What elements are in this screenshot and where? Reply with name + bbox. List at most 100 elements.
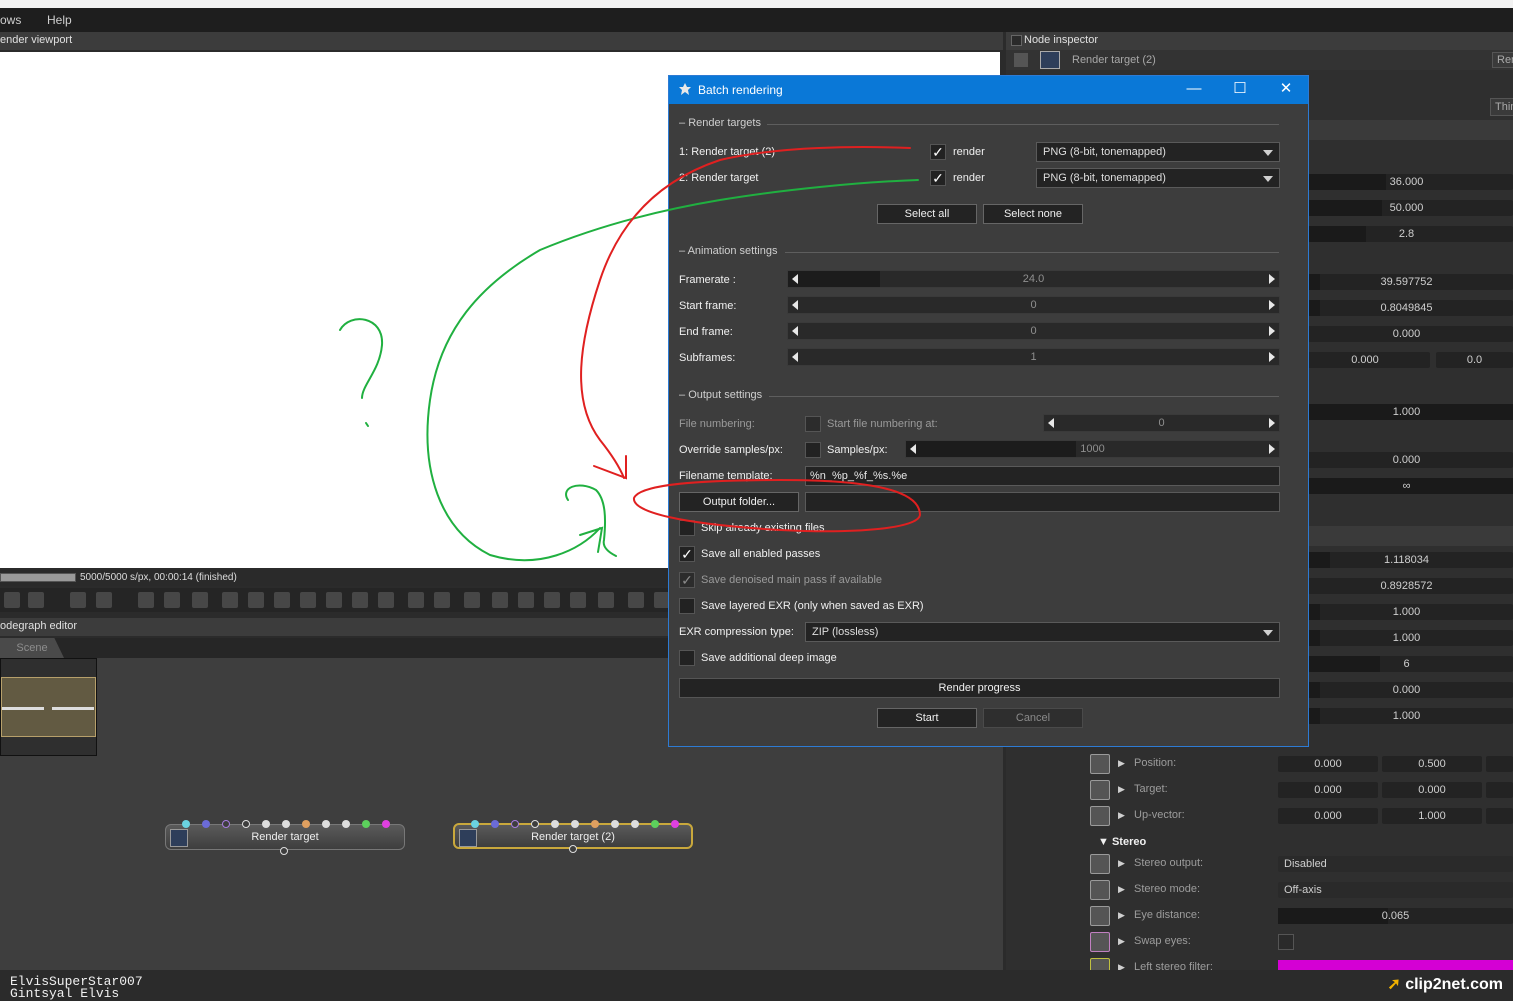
inspector-value-field[interactable]: 1.118034 bbox=[1300, 552, 1513, 568]
target-2-render-checkbox[interactable]: ✓ bbox=[930, 170, 946, 186]
input-pin[interactable] bbox=[342, 820, 350, 828]
target-2-format-select[interactable]: PNG (8-bit, tonemapped) bbox=[1036, 168, 1280, 188]
expand-arrow-icon[interactable]: ▶ bbox=[1118, 936, 1125, 947]
input-pin[interactable] bbox=[671, 820, 679, 828]
inspector-value-field[interactable]: 0.8049845 bbox=[1300, 300, 1513, 316]
inspector-value-field[interactable]: 0.000 bbox=[1278, 756, 1378, 772]
expand-arrow-icon[interactable]: ▶ bbox=[1118, 758, 1125, 769]
increment-arrow-icon[interactable] bbox=[1269, 418, 1275, 428]
inspector-value-field[interactable]: 0.8928572 bbox=[1300, 578, 1513, 594]
inspector-value-field[interactable]: 36.000 bbox=[1300, 174, 1513, 190]
crop-icon[interactable] bbox=[378, 592, 394, 608]
input-pin[interactable] bbox=[551, 820, 559, 828]
increment-arrow-icon[interactable] bbox=[1269, 274, 1275, 284]
file-numbering-checkbox[interactable] bbox=[805, 416, 821, 432]
pick-icon[interactable] bbox=[300, 592, 316, 608]
inspector-value-field[interactable]: 1.000 bbox=[1300, 604, 1513, 620]
inspector-thin-button[interactable]: Thin bbox=[1490, 98, 1513, 116]
output-folder-button[interactable]: Output folder... bbox=[679, 492, 799, 512]
input-pin[interactable] bbox=[511, 820, 519, 828]
cancel-button[interactable]: Cancel bbox=[983, 708, 1083, 728]
color-icon[interactable] bbox=[1090, 958, 1110, 970]
stack-icon[interactable] bbox=[1014, 53, 1028, 67]
inspector-ren-button[interactable]: Ren bbox=[1492, 52, 1513, 68]
end-frame-slider[interactable]: 0 bbox=[787, 322, 1280, 340]
inspector-value-field[interactable]: ∞ bbox=[1300, 478, 1513, 494]
node-render-target[interactable]: Render target bbox=[165, 820, 405, 855]
target-1-format-select[interactable]: PNG (8-bit, tonemapped) bbox=[1036, 142, 1280, 162]
input-pin[interactable] bbox=[571, 820, 579, 828]
menu-windows[interactable]: ows bbox=[0, 13, 21, 27]
target-1-render-checkbox[interactable]: ✓ bbox=[930, 144, 946, 160]
samples-slider[interactable]: 1000 bbox=[905, 440, 1280, 458]
stop-icon[interactable] bbox=[70, 592, 86, 608]
output-folder-input[interactable] bbox=[805, 492, 1280, 512]
tab-scene[interactable]: Scene bbox=[0, 638, 64, 658]
filename-template-input[interactable]: %n_%p_%f_%s.%e bbox=[805, 466, 1280, 486]
inspector-value-field[interactable]: 1.000 bbox=[1300, 708, 1513, 724]
framerate-slider[interactable]: 24.0 bbox=[787, 270, 1280, 288]
inspector-value-field[interactable]: 50.000 bbox=[1300, 200, 1513, 216]
grid-icon[interactable] bbox=[434, 592, 450, 608]
layers-icon[interactable] bbox=[544, 592, 560, 608]
exr-compression-select[interactable]: ZIP (lossless) bbox=[805, 622, 1280, 642]
input-pin[interactable] bbox=[242, 820, 250, 828]
curve-icon[interactable] bbox=[1090, 806, 1110, 826]
close-icon[interactable]: ✕ bbox=[1263, 76, 1309, 104]
input-pin[interactable] bbox=[382, 820, 390, 828]
pause-icon[interactable] bbox=[138, 592, 154, 608]
save-passes-checkbox[interactable]: ✓ bbox=[679, 546, 695, 562]
input-pin[interactable] bbox=[362, 820, 370, 828]
input-pin[interactable] bbox=[531, 820, 539, 828]
expand-arrow-icon[interactable]: ▶ bbox=[1118, 962, 1125, 970]
inspector-value-field[interactable]: 0.0 bbox=[1436, 352, 1513, 368]
aff-icon[interactable] bbox=[222, 592, 238, 608]
output-pin[interactable] bbox=[569, 845, 577, 853]
curve-icon[interactable] bbox=[1090, 754, 1110, 774]
inspector-value-field[interactable]: 1.000 bbox=[1300, 630, 1513, 646]
node-render-target-2[interactable]: Render target (2) bbox=[453, 820, 693, 853]
list-icon[interactable] bbox=[1090, 854, 1110, 874]
override-samples-checkbox[interactable] bbox=[805, 442, 821, 458]
increment-arrow-icon[interactable] bbox=[1269, 326, 1275, 336]
maximize-icon[interactable]: ☐ bbox=[1217, 76, 1263, 104]
menu-help[interactable]: Help bbox=[47, 13, 72, 27]
input-pin[interactable] bbox=[282, 820, 290, 828]
inspector-value-field[interactable]: 0.000 bbox=[1382, 782, 1482, 798]
input-pin[interactable] bbox=[631, 820, 639, 828]
input-pin[interactable] bbox=[651, 820, 659, 828]
expand-arrow-icon[interactable]: ▶ bbox=[1118, 810, 1125, 821]
deep-image-checkbox[interactable] bbox=[679, 650, 695, 666]
select-all-button[interactable]: Select all bbox=[877, 204, 977, 224]
screen-icon[interactable] bbox=[192, 592, 208, 608]
copy-icon[interactable] bbox=[492, 592, 508, 608]
inspector-value-field[interactable]: 6 bbox=[1300, 656, 1513, 672]
inspector-value-field[interactable]: 0.000 bbox=[1300, 452, 1513, 468]
skip-existing-checkbox[interactable] bbox=[679, 520, 695, 536]
output-pin[interactable] bbox=[280, 847, 288, 855]
increment-arrow-icon[interactable] bbox=[1269, 444, 1275, 454]
curve-icon[interactable] bbox=[1090, 906, 1110, 926]
input-pin[interactable] bbox=[322, 820, 330, 828]
play-icon[interactable] bbox=[164, 592, 180, 608]
inspector-value-field[interactable]: 0.000 bbox=[1300, 326, 1513, 342]
input-pin[interactable] bbox=[202, 820, 210, 828]
increment-arrow-icon[interactable] bbox=[1269, 300, 1275, 310]
dialog-titlebar[interactable]: Batch rendering — ☐ ✕ bbox=[669, 76, 1308, 104]
inspector-value-field[interactable] bbox=[1486, 808, 1513, 824]
save-denoised-checkbox[interactable]: ✓ bbox=[679, 572, 695, 588]
toggle-icon[interactable] bbox=[1090, 932, 1110, 952]
move-icon[interactable] bbox=[518, 592, 534, 608]
expand-arrow-icon[interactable]: ▶ bbox=[1118, 884, 1125, 895]
inspector-value-field[interactable] bbox=[1486, 782, 1513, 798]
left-stereo-filter-swatch[interactable] bbox=[1278, 960, 1513, 970]
region-icon[interactable] bbox=[352, 592, 368, 608]
zoom-icon[interactable] bbox=[408, 592, 424, 608]
input-pin[interactable] bbox=[222, 820, 230, 828]
rotate-icon[interactable] bbox=[274, 592, 290, 608]
start-frame-slider[interactable]: 0 bbox=[787, 296, 1280, 314]
stereo-output-combo[interactable]: Disabled bbox=[1278, 856, 1513, 872]
start-numbering-slider[interactable]: 0 bbox=[1043, 414, 1280, 432]
nodegraph-minimap[interactable] bbox=[0, 658, 97, 756]
select-none-button[interactable]: Select none bbox=[983, 204, 1083, 224]
